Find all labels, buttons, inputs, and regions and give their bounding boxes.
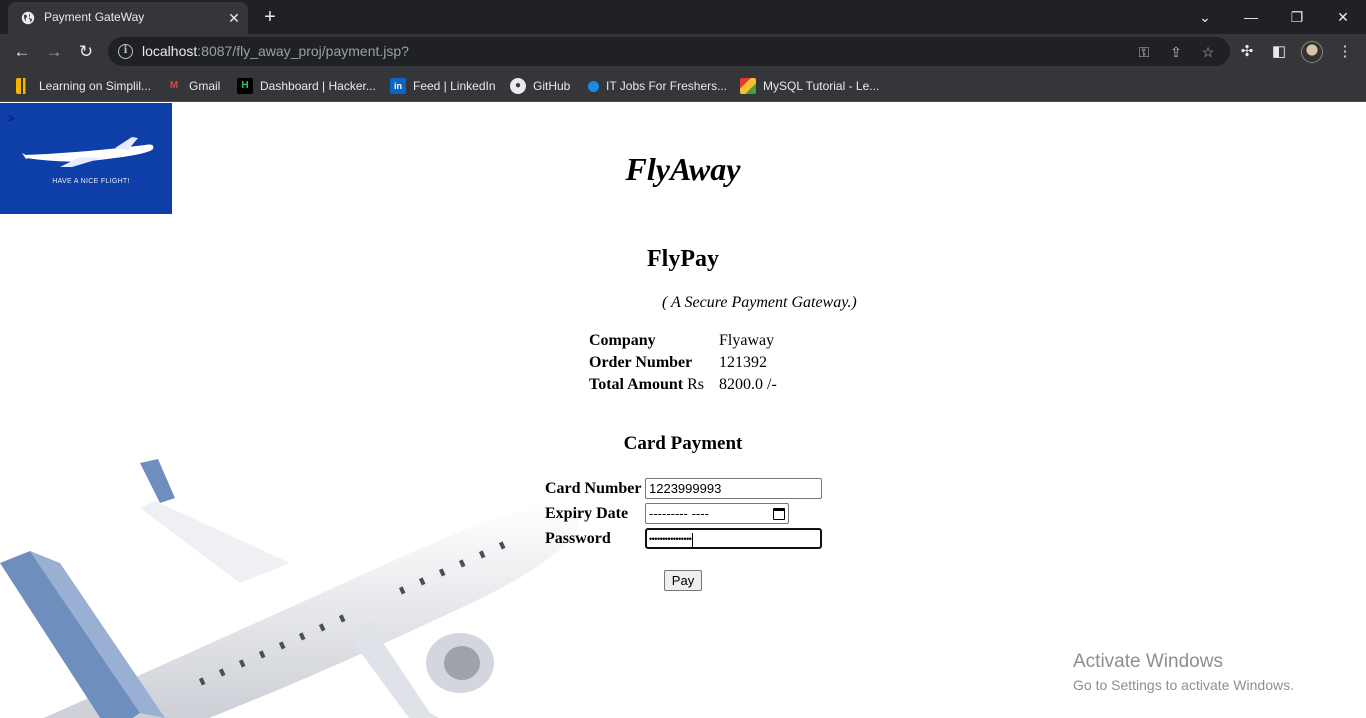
bookmark-star-icon[interactable]: ☆: [1197, 41, 1219, 63]
tab-search-icon[interactable]: ⌄: [1193, 5, 1217, 29]
new-tab-icon[interactable]: +: [258, 6, 282, 30]
browser-toolbar: ← → ↻ i localhost:8087/fly_away_proj/pay…: [0, 34, 1366, 70]
text-caret: [692, 532, 694, 547]
extensions-icon[interactable]: ✣: [1235, 40, 1259, 64]
simplilearn-icon: [16, 78, 32, 94]
address-bar[interactable]: i localhost:8087/fly_away_proj/payment.j…: [108, 37, 1230, 66]
bookmark-simplilearn[interactable]: Learning on Simplil...: [16, 77, 151, 95]
profile-avatar[interactable]: [1301, 41, 1323, 63]
browser-tab[interactable]: Payment GateWay ✕: [8, 2, 248, 34]
currency-unit: Rs: [687, 376, 705, 393]
total-amount-value: 8200.0 /-: [719, 376, 777, 393]
order-number-label: Order Number: [589, 354, 693, 371]
browser-tab-strip: Payment GateWay ✕ + ⌄ — ❐ ✕: [0, 0, 1366, 34]
card-payment-heading: Card Payment: [623, 433, 743, 454]
expiry-date-value: --------- ----: [649, 506, 709, 521]
bookmark-mysql-tutorial[interactable]: MySQL Tutorial - Le...: [740, 77, 879, 95]
airplane-background-icon: [0, 459, 580, 718]
bookmark-github[interactable]: ● GitHub: [510, 77, 570, 95]
password-label: Password: [545, 530, 611, 547]
menu-icon[interactable]: ⋮: [1333, 40, 1357, 64]
activate-windows-watermark: Activate Windows Go to Settings to activ…: [1073, 651, 1294, 693]
bookmarks-bar: Learning on Simplil... M Gmail H Dashboa…: [0, 70, 1366, 102]
password-input[interactable]: ••••••••••••••••: [645, 528, 822, 549]
brand-title: FlyAway: [625, 151, 741, 187]
share-icon[interactable]: ⇪: [1165, 41, 1187, 63]
back-icon[interactable]: ←: [10, 40, 34, 64]
hackerrank-icon: H: [237, 78, 253, 94]
pay-button[interactable]: Pay: [664, 570, 702, 591]
expiry-date-input[interactable]: --------- ----: [645, 503, 789, 524]
page-title: FlyPay: [647, 246, 719, 272]
tab-title: Payment GateWay: [44, 10, 145, 24]
forward-icon[interactable]: →: [42, 40, 66, 64]
globe-icon: [21, 11, 35, 25]
calendar-icon[interactable]: [773, 507, 785, 520]
card-number-label: Card Number: [545, 480, 642, 497]
close-tab-icon[interactable]: ✕: [224, 8, 244, 28]
gmail-icon: M: [169, 80, 179, 91]
key-icon[interactable]: ⚿: [1133, 41, 1155, 63]
bookmark-linkedin[interactable]: in Feed | LinkedIn: [390, 77, 496, 95]
company-label: Company: [589, 332, 656, 349]
card-number-input[interactable]: 1223999993: [645, 478, 822, 499]
linkedin-icon: in: [390, 78, 406, 94]
payment-page: > HAVE A NICE FLIGHT! FlyAway FlyPay (A…: [0, 103, 1366, 718]
minimize-icon[interactable]: —: [1239, 5, 1263, 29]
expiry-date-label: Expiry Date: [545, 505, 629, 522]
github-icon: ●: [510, 78, 526, 94]
site-info-icon[interactable]: i: [118, 44, 133, 59]
logo-caret: >: [8, 111, 15, 125]
itjobs-icon: [588, 80, 599, 92]
reload-icon[interactable]: ↻: [74, 40, 98, 64]
bookmark-hackerrank[interactable]: H Dashboard | Hacker...: [237, 77, 376, 95]
side-panel-icon[interactable]: ◧: [1267, 40, 1291, 64]
password-value: ••••••••••••••••: [649, 534, 692, 545]
page-tagline: ( A Secure Payment Gateway.): [662, 294, 857, 311]
watermark-subtitle: Go to Settings to activate Windows.: [1073, 677, 1294, 693]
company-value: Flyaway: [719, 332, 775, 349]
url-text[interactable]: localhost:8087/fly_away_proj/payment.jsp…: [142, 43, 409, 59]
mysql-tutorial-icon: [740, 78, 756, 94]
watermark-title: Activate Windows: [1073, 651, 1223, 672]
bookmark-gmail[interactable]: M Gmail: [166, 77, 221, 95]
close-window-icon[interactable]: ✕: [1331, 5, 1355, 29]
restore-icon[interactable]: ❐: [1285, 5, 1309, 29]
total-amount-label: Total Amount Rs: [589, 376, 705, 393]
bookmark-itjobs[interactable]: IT Jobs For Freshers...: [588, 77, 727, 95]
order-number-value: 121392: [719, 354, 767, 371]
